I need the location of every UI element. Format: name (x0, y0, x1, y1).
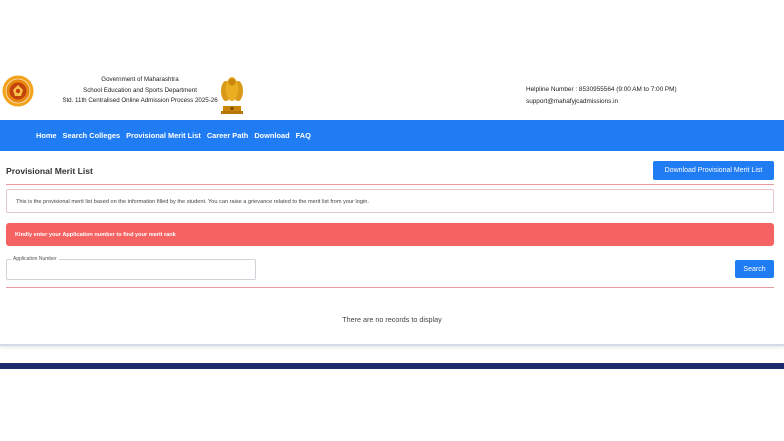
site-header: Government of Maharashtra School Educati… (0, 66, 784, 120)
national-emblem-icon (221, 77, 243, 114)
gov-line-3: Std. 11th Centralised Online Admission P… (62, 97, 218, 104)
info-message: This is the provisional merit list based… (6, 189, 774, 213)
helpline-number: Helpline Number : 8530955564 (9:00 AM to… (526, 86, 677, 93)
gov-line-2: School Education and Sports Department (83, 86, 197, 94)
nav-provisional-merit-list[interactable]: Provisional Merit List (126, 131, 201, 140)
empty-state-text: There are no records to display (342, 315, 442, 324)
divider (6, 287, 774, 288)
download-merit-list-button[interactable]: Download Provisional Merit List (653, 161, 774, 180)
merit-list-card: Provisional Merit List Download Provisio… (0, 154, 784, 346)
nav-career-path[interactable]: Career Path (207, 131, 249, 140)
alert-message: Kindly enter your Application number to … (6, 223, 774, 246)
nav-menu: Home Search Colleges Provisional Merit L… (36, 120, 311, 151)
nav-search-colleges[interactable]: Search Colleges (63, 131, 121, 140)
footer-bar (0, 363, 784, 369)
application-number-label: Application Number (11, 256, 59, 262)
divider (6, 184, 774, 185)
nav-download[interactable]: Download (254, 131, 289, 140)
application-number-input[interactable] (6, 259, 256, 280)
page-title: Provisional Merit List (6, 166, 93, 176)
maharashtra-seal-icon (2, 75, 34, 107)
nav-home[interactable]: Home (36, 131, 57, 140)
support-email[interactable]: support@mahafyjcadmissions.in (526, 96, 677, 108)
nav-faq[interactable]: FAQ (296, 131, 311, 140)
search-button[interactable]: Search (735, 260, 774, 278)
helpline-info: Helpline Number : 8530955564 (9:00 AM to… (526, 84, 677, 108)
main-navbar: Home Search Colleges Provisional Merit L… (0, 120, 784, 151)
gov-line-1: Government of Maharashtra (101, 76, 179, 83)
department-text: Government of Maharashtra School Educati… (40, 75, 240, 107)
